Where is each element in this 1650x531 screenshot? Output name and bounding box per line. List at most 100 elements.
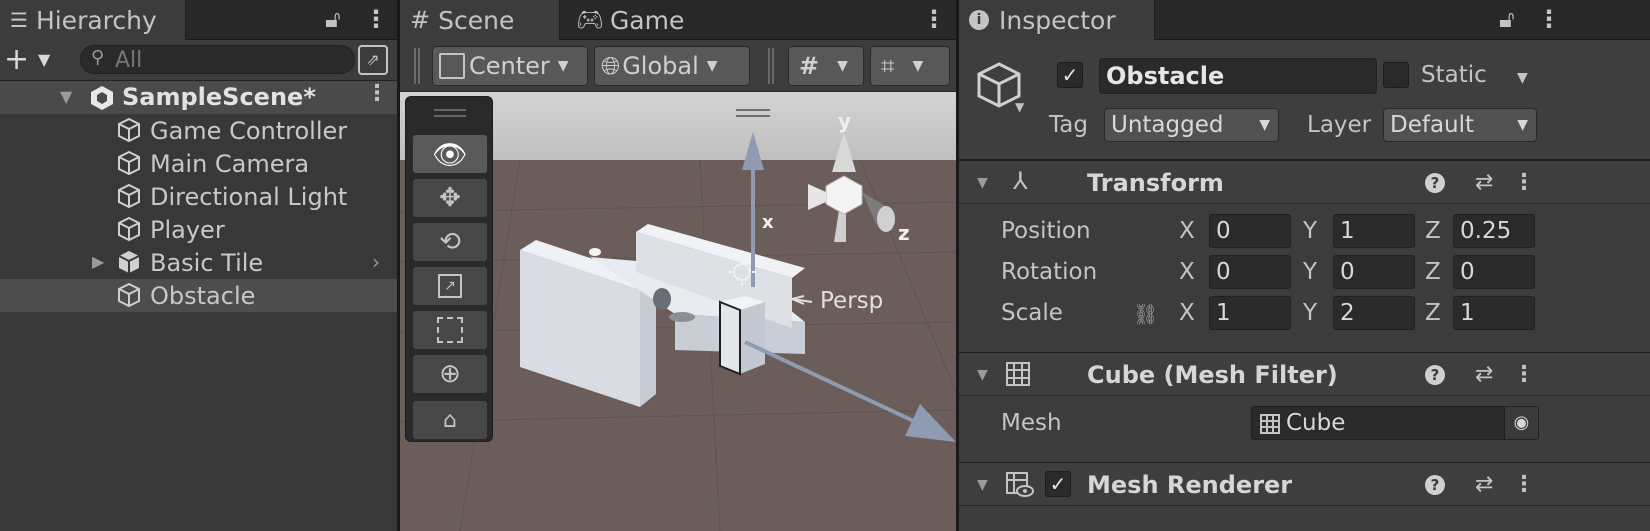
scene-name: SampleScene*	[122, 83, 316, 111]
transform-scale-label: Scale	[1001, 300, 1063, 326]
help-icon[interactable]: ?	[1425, 365, 1445, 385]
move-tool-button[interactable]: ✥	[413, 179, 487, 217]
axis-y-label: Y	[1303, 300, 1318, 326]
unity-scene-icon	[91, 86, 113, 110]
static-checkbox[interactable]	[1383, 62, 1409, 88]
mesh-renderer-enabled-checkbox[interactable]: ✓	[1045, 471, 1071, 497]
chevron-down-icon[interactable]: ▼	[977, 367, 988, 383]
help-icon[interactable]: ?	[1425, 173, 1445, 193]
hierarchy-item[interactable]: Obstacle	[0, 279, 397, 312]
tab-game[interactable]: 🎮︎ Game	[566, 0, 716, 40]
custom-tool-icon: ⌂	[443, 407, 457, 433]
axis-y-label: Y	[1303, 259, 1318, 285]
transform-position-x[interactable]: 0	[1209, 214, 1291, 248]
presets-icon[interactable]: ⇄	[1475, 171, 1493, 195]
prefab-open-icon[interactable]: ›	[372, 250, 380, 274]
scene-root-row[interactable]: ▼ SampleScene* ⋮	[0, 81, 397, 114]
search-popout-button[interactable]: ⇗	[358, 45, 388, 75]
view-tool-button[interactable]: 👁︎	[413, 135, 487, 173]
hierarchy-item[interactable]: ▶ › Basic Tile	[0, 246, 397, 279]
scene-menu-button[interactable]: ⋮	[366, 81, 388, 106]
scale-icon: ↗	[438, 274, 462, 298]
custom-tool-button[interactable]: ⌂	[413, 401, 487, 439]
overlay-drag-handle[interactable]	[434, 109, 466, 111]
grid-snap-dropdown[interactable]: # ▼	[788, 46, 864, 86]
transform-scale-z[interactable]: 1	[1453, 296, 1535, 330]
transform-scale-x[interactable]: 1	[1209, 296, 1291, 330]
component-menu-button[interactable]: ⋮	[1513, 473, 1535, 497]
lock-icon[interactable]: 🔓︎	[1499, 4, 1515, 34]
chevron-down-icon[interactable]: ▼	[977, 175, 988, 191]
gamepad-icon: 🎮︎	[576, 7, 604, 33]
hierarchy-item[interactable]: Directional Light	[0, 180, 397, 213]
hierarchy-item[interactable]: Game Controller	[0, 114, 397, 147]
tab-hierarchy[interactable]: ☰ Hierarchy	[0, 0, 186, 40]
chevron-down-icon[interactable]: ▼	[1015, 100, 1024, 114]
toolbar-grip[interactable]	[768, 48, 774, 84]
scene-toolbar: Center ▼ 🌐︎ Global ▼ # ▼ ⌗ ▼	[400, 40, 956, 92]
rotate-tool-button[interactable]: ⟲	[413, 223, 487, 261]
hierarchy-item[interactable]: Player	[0, 213, 397, 246]
tab-inspector[interactable]: i Inspector	[959, 0, 1155, 40]
component-menu-button[interactable]: ⋮	[1513, 171, 1535, 195]
chevron-right-icon[interactable]: ▶	[92, 252, 104, 271]
chevron-down-icon[interactable]: ▼	[38, 48, 50, 72]
chevron-down-icon: ▼	[557, 58, 569, 74]
increment-snap-dropdown[interactable]: ⌗ ▼	[870, 46, 950, 86]
projection-label[interactable]: Persp	[820, 288, 883, 314]
panel-menu-button[interactable]: ⋮	[1537, 4, 1561, 34]
pivot-center-icon	[439, 53, 465, 79]
create-button[interactable]: +	[4, 42, 29, 78]
panel-menu-button[interactable]: ⋮	[922, 4, 946, 34]
tab-scene[interactable]: # Scene	[400, 0, 560, 40]
lock-icon[interactable]: 🔓︎	[325, 4, 341, 34]
move-icon: ✥	[439, 183, 461, 213]
mesh-renderer-component-header[interactable]: ▼ ✓ Mesh Renderer ? ⇄ ⋮	[959, 462, 1650, 506]
transform-scale-y[interactable]: 2	[1333, 296, 1415, 330]
hierarchy-item-label: Directional Light	[150, 182, 348, 211]
transform-position-z[interactable]: 0.25	[1453, 214, 1535, 248]
pivot-mode-dropdown[interactable]: Center ▼	[432, 46, 588, 86]
help-icon[interactable]: ?	[1425, 475, 1445, 495]
tag-dropdown[interactable]: Untagged ▼	[1104, 108, 1279, 142]
presets-icon[interactable]: ⇄	[1475, 363, 1493, 387]
transform-rotation-y[interactable]: 0	[1333, 255, 1415, 289]
transform-tool-button[interactable]: ⊕	[413, 355, 487, 393]
search-input[interactable]	[115, 48, 345, 72]
constrain-proportions-icon[interactable]: ⛓︎	[1133, 302, 1158, 326]
component-menu-button[interactable]: ⋮	[1513, 363, 1535, 387]
mesh-object-field[interactable]: Cube ◉	[1251, 406, 1539, 440]
layer-label: Layer	[1307, 112, 1372, 138]
panel-menu-button[interactable]: ⋮	[364, 4, 388, 34]
mesh-label: Mesh	[1001, 410, 1062, 436]
gizmo-y-label: y	[838, 109, 851, 133]
scale-tool-button[interactable]: ↗	[413, 267, 487, 305]
transform-rotation-x[interactable]: 0	[1209, 255, 1291, 289]
object-header: ▼ ✓ Obstacle Static ▼ Tag Untagged ▼ Lay…	[959, 40, 1650, 160]
axis-x-label: X	[1179, 259, 1195, 285]
transform-rotation-z[interactable]: 0	[1453, 255, 1535, 289]
chevron-down-icon[interactable]: ▼	[977, 477, 988, 493]
transform-position-y[interactable]: 1	[1333, 214, 1415, 248]
chevron-down-icon: ▼	[706, 58, 718, 74]
prefab-icon	[116, 249, 142, 275]
transform-component-header[interactable]: ▼ ⅄ Transform ? ⇄ ⋮	[959, 160, 1650, 204]
chevron-down-icon: ▼	[912, 58, 924, 74]
search-field[interactable]: ⚲	[80, 45, 355, 74]
object-picker-icon[interactable]: ◉	[1504, 407, 1538, 439]
gameobject-icon	[116, 216, 142, 242]
hierarchy-item[interactable]: Main Camera	[0, 147, 397, 180]
chevron-down-icon[interactable]: ▼	[60, 87, 72, 106]
active-checkbox[interactable]: ✓	[1057, 62, 1083, 88]
chevron-down-icon: ▼	[1259, 117, 1270, 133]
chevron-down-icon[interactable]: ▼	[1517, 70, 1528, 86]
presets-icon[interactable]: ⇄	[1475, 473, 1493, 497]
pivot-rotation-dropdown[interactable]: 🌐︎ Global ▼	[594, 46, 750, 86]
rect-tool-button[interactable]	[413, 311, 487, 349]
overlay-drag-handle-line	[434, 115, 466, 117]
object-name-field[interactable]: Obstacle	[1099, 58, 1377, 94]
layer-dropdown[interactable]: Default ▼	[1383, 108, 1537, 142]
toolbar-grip[interactable]	[414, 48, 420, 84]
mesh-filter-component-header[interactable]: ▼ Cube (Mesh Filter) ? ⇄ ⋮	[959, 352, 1650, 396]
gameobject-icon	[116, 183, 142, 209]
